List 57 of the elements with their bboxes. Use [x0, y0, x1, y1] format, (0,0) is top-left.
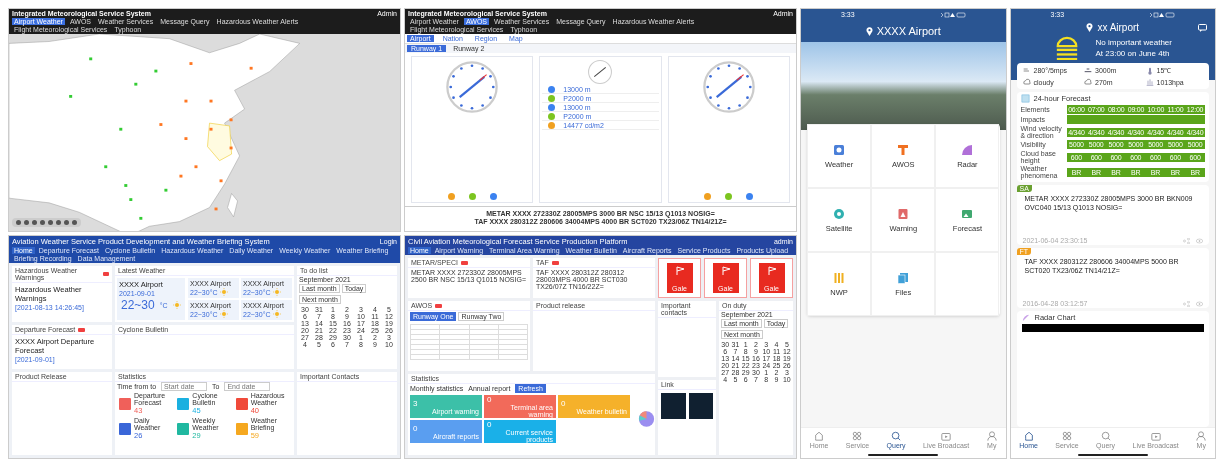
flag-icon: [674, 266, 685, 276]
status-icons: [1149, 11, 1175, 18]
screen-title: XXXX Airport: [876, 25, 941, 37]
location-pin-icon: [865, 26, 873, 36]
weather-time: At 23:00 on June 4th: [1095, 49, 1171, 58]
search-icon: [891, 431, 902, 441]
sun-icon: [219, 288, 228, 297]
home-indicator: [868, 453, 939, 456]
share-icon: [1183, 300, 1190, 307]
sun-icon: [272, 288, 281, 297]
tile-count: 0: [413, 423, 419, 433]
badge-icon: [551, 260, 559, 265]
grid-icon: [1061, 431, 1072, 441]
person-icon: [1196, 431, 1207, 441]
location-pin-icon: [1086, 23, 1094, 32]
badge-icon: [435, 303, 443, 308]
gauge-icon: [1145, 78, 1154, 86]
tile-count: 0: [487, 420, 493, 429]
badge-icon: [102, 272, 109, 276]
tv-icon: [1150, 431, 1161, 441]
person-icon: [986, 431, 997, 441]
flag-icon: [766, 266, 777, 276]
search-icon: [1100, 431, 1111, 441]
grid-icon: [852, 431, 863, 441]
image-placeholder: [661, 392, 686, 419]
tile-count: 0: [487, 395, 493, 404]
status-icons: [939, 11, 966, 18]
house-icon: [814, 431, 825, 441]
thermometer-icon: [1145, 66, 1154, 75]
share-icon: [1183, 237, 1190, 244]
sun-icon: [219, 310, 228, 319]
eye-icon: [1196, 300, 1203, 307]
cloud-outline-icon: [1022, 78, 1031, 86]
book-icon: [1020, 94, 1030, 103]
tile-count: 3: [413, 398, 419, 408]
tv-icon: [941, 431, 952, 441]
eye-icon: [1196, 237, 1203, 244]
house-icon: [1023, 431, 1034, 441]
runway-icon: [1084, 66, 1092, 75]
flag-icon: [720, 266, 731, 276]
home-indicator: [1077, 453, 1148, 456]
screen-title: xx Airport: [1097, 22, 1140, 33]
badge-icon: [460, 260, 468, 265]
wind-dial-drawing: [444, 59, 501, 115]
tile-count: 0: [561, 398, 567, 408]
badge-icon: [78, 327, 86, 332]
sun-icon: [272, 310, 281, 319]
cloud-outline-icon: [1084, 78, 1092, 86]
weather-summary: No important weather: [1095, 38, 1172, 47]
image-placeholder: [688, 392, 713, 419]
temperature: 22~30: [121, 298, 155, 312]
wind-dial-drawing: [587, 59, 614, 85]
message-icon: [1198, 24, 1207, 32]
wind-dial-drawing: [700, 59, 757, 115]
wind-icon: [1022, 66, 1031, 75]
satellite-dish-icon: [1021, 313, 1031, 322]
sun-icon: [172, 301, 181, 309]
